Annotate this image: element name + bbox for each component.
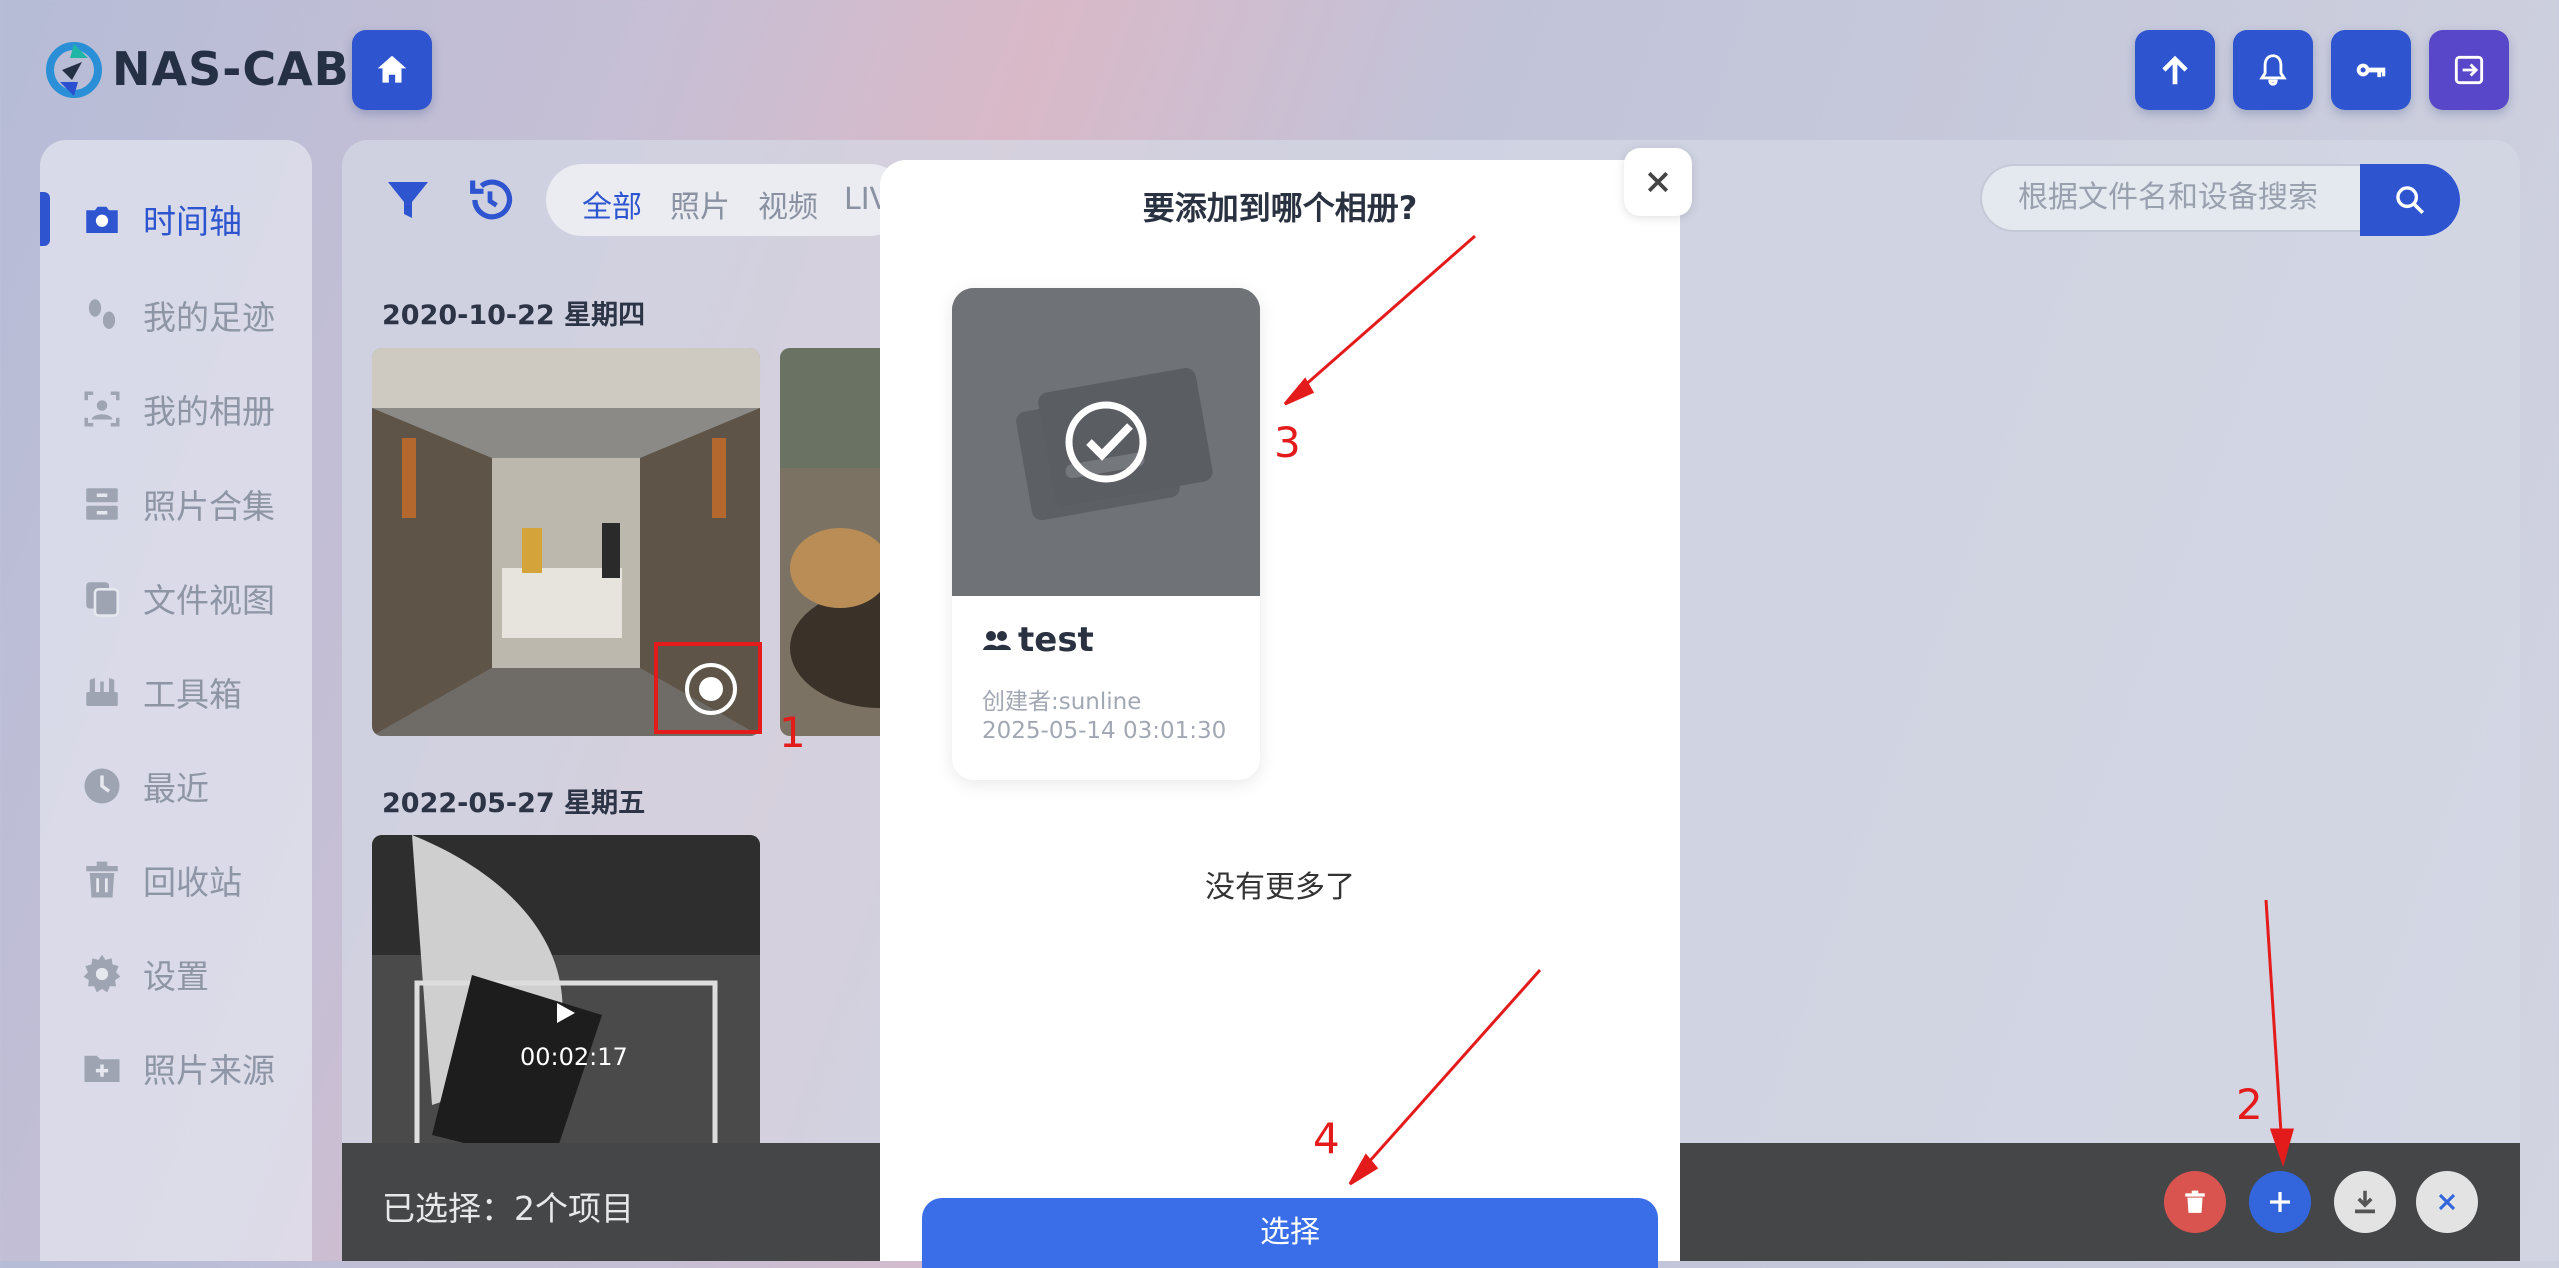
search-button[interactable] (2360, 164, 2460, 236)
key-button[interactable] (2331, 30, 2411, 110)
selected-check-icon[interactable] (685, 663, 737, 715)
video-duration: 00:02:17 (520, 1043, 628, 1071)
camera-icon (80, 197, 124, 241)
toolbox-icon (80, 670, 124, 714)
annotation-label: 2 (2236, 1080, 2263, 1129)
home-icon (377, 55, 407, 83)
album-cover-image (952, 288, 1260, 596)
sidebar-item-label: 文件视图 (143, 581, 275, 620)
album-name: test (982, 620, 1094, 660)
logout-icon (2454, 55, 2484, 85)
dialog-close-button[interactable] (1624, 148, 1692, 216)
key-icon (2356, 63, 2386, 78)
no-more-text: 没有更多了 (1205, 870, 1355, 905)
sidebar-item-recent[interactable]: 最近 (40, 756, 312, 816)
clock-icon (80, 764, 124, 808)
sidebar-item-label: 工具箱 (143, 675, 242, 714)
drawer-icon (80, 482, 124, 526)
tab-all[interactable]: 全部 (582, 182, 642, 226)
footprints-icon (80, 293, 124, 337)
sidebar-item-photo-sources[interactable]: 照片来源 (40, 1038, 312, 1098)
sidebar-item-label: 照片合集 (143, 487, 275, 526)
date-header: 2020-10-22 星期四 (382, 300, 646, 331)
sidebar-item-label: 我的相册 (143, 392, 275, 431)
sidebar-item-file-view[interactable]: 文件视图 (40, 568, 312, 628)
sidebar-item-label: 时间轴 (143, 202, 242, 241)
person-frame-icon (80, 387, 124, 431)
gear-icon (80, 952, 124, 996)
album-cover (952, 288, 1260, 596)
select-button[interactable]: 选择 (922, 1198, 1658, 1268)
download-button[interactable] (2334, 1171, 2396, 1233)
annotation-label: 4 (1313, 1114, 1340, 1163)
history-icon[interactable] (464, 174, 516, 226)
sidebar: 时间轴 我的足迹 我的相册 照片合集 文件视图 工具箱 最近 回收站 设置 照片… (40, 140, 312, 1261)
sidebar-item-settings[interactable]: 设置 (40, 944, 312, 1004)
sidebar-item-label: 我的足迹 (143, 298, 275, 337)
logo-icon (46, 42, 102, 98)
annotation-label: 3 (1274, 418, 1301, 467)
upload-arrow-icon (2162, 55, 2188, 85)
sidebar-item-label: 回收站 (143, 863, 242, 902)
album-creator: 创建者:sunline (982, 689, 1142, 715)
app-logo[interactable]: NAS-CAB (44, 40, 350, 98)
media-type-tabs: 全部 照片 视频 LIV (546, 164, 906, 236)
sidebar-item-albums[interactable]: 我的相册 (40, 379, 312, 439)
search-icon (2396, 186, 2425, 215)
sidebar-item-collections[interactable]: 照片合集 (40, 474, 312, 534)
dialog-title: 要添加到哪个相册? (1142, 189, 1418, 227)
shared-users-icon (983, 631, 1011, 650)
search-input[interactable]: 根据文件名和设备搜索 (1980, 164, 2360, 232)
filter-icon[interactable] (384, 176, 432, 224)
top-bar: NAS-CAB (0, 0, 2559, 140)
close-icon (1647, 171, 1669, 193)
sidebar-item-timeline[interactable]: 时间轴 (40, 189, 312, 249)
tab-photos[interactable]: 照片 (670, 182, 730, 226)
plus-icon (2270, 1192, 2290, 1212)
upload-button[interactable] (2135, 30, 2215, 110)
album-name-text: test (1018, 620, 1094, 660)
selection-count: 已选择：2个项目 (382, 1189, 634, 1228)
search-bar: 根据文件名和设备搜索 (1980, 164, 2480, 236)
date-header: 2022-05-27 星期五 (382, 788, 646, 819)
annotation-label: 1 (779, 708, 806, 757)
trash-icon (80, 858, 124, 902)
album-card[interactable]: test 创建者:sunline 2025-05-14 03:01:30 (952, 288, 1260, 780)
notifications-button[interactable] (2233, 30, 2313, 110)
logout-button[interactable] (2429, 30, 2509, 110)
sidebar-item-label: 最近 (143, 769, 209, 808)
sidebar-item-trash[interactable]: 回收站 (40, 850, 312, 910)
album-created-date: 2025-05-14 03:01:30 (982, 718, 1227, 744)
logo-text: NAS-CAB (112, 42, 350, 96)
home-button[interactable] (352, 30, 432, 110)
sidebar-item-toolbox[interactable]: 工具箱 (40, 662, 312, 722)
delete-button[interactable] (2164, 1171, 2226, 1233)
sidebar-item-label: 照片来源 (143, 1051, 275, 1090)
close-icon (2438, 1193, 2456, 1211)
cancel-selection-button[interactable] (2416, 1171, 2478, 1233)
download-icon (2355, 1190, 2375, 1214)
copy-icon (80, 576, 124, 620)
trash-icon (2185, 1190, 2205, 1213)
folder-plus-icon (80, 1046, 124, 1090)
sidebar-item-label: 设置 (143, 957, 209, 996)
tab-videos[interactable]: 视频 (758, 182, 818, 226)
add-to-album-button[interactable] (2249, 1171, 2311, 1233)
sidebar-item-footprints[interactable]: 我的足迹 (40, 285, 312, 345)
bell-icon (2259, 54, 2287, 86)
